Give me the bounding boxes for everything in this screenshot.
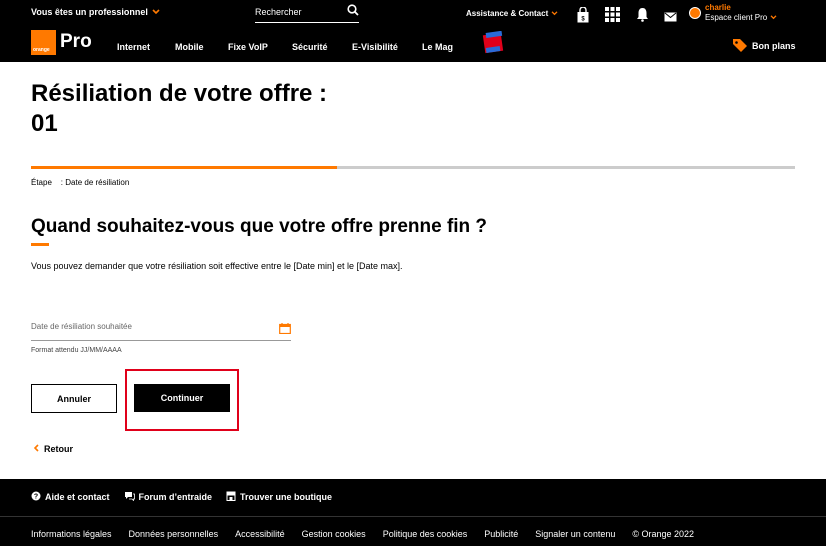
- progress-fill: [31, 166, 337, 169]
- page-title: Résiliation de votre offre :01: [31, 80, 328, 137]
- nav-item-mobile[interactable]: Mobile: [175, 42, 228, 52]
- footer-link-data[interactable]: Données personnelles: [129, 529, 219, 539]
- espace-client-menu[interactable]: charlie Espace client Pro: [689, 3, 777, 23]
- chat-icon: [124, 491, 135, 503]
- help-icon: ?: [31, 491, 41, 503]
- shop-icon: [226, 491, 236, 503]
- step-value: : Date de résiliation: [60, 178, 130, 187]
- nav-item-le-mag[interactable]: Le Mag: [422, 42, 462, 52]
- footer-help-link[interactable]: ? Aide et contact: [31, 491, 110, 503]
- nav-item-internet[interactable]: Internet: [117, 42, 175, 52]
- pro-selector-label: Vous êtes un professionnel: [31, 7, 148, 17]
- user-name: charlie: [705, 3, 731, 12]
- continue-button[interactable]: Continuer: [134, 384, 230, 412]
- assistance-label: Assistance & Contact: [466, 9, 549, 18]
- main-nav: Internet Mobile Fixe VoIP Sécurité E-Vis…: [117, 42, 462, 52]
- bon-plans-label: Bon plans: [752, 41, 796, 51]
- nav-item-e-visibilite[interactable]: E-Visibilité: [352, 42, 422, 52]
- footer-link-advertising[interactable]: Publicité: [484, 529, 518, 539]
- espace-client-label: Espace client Pro: [705, 13, 777, 23]
- date-field: [31, 318, 291, 341]
- calendar-icon[interactable]: [279, 321, 291, 339]
- section-question: Quand souhaitez-vous que votre offre pre…: [31, 216, 488, 237]
- question-accent-bar: [31, 243, 49, 246]
- site-footer: ? Aide et contact Forum d’entraide Trouv…: [0, 479, 826, 546]
- step-indicator: Étape : Date de résiliation: [31, 178, 129, 187]
- footer-shop-link[interactable]: Trouver une boutique: [226, 491, 332, 503]
- footer-copyright: © Orange 2022: [632, 529, 695, 539]
- cancel-button[interactable]: Annuler: [31, 384, 117, 413]
- svg-text:?: ?: [34, 494, 38, 501]
- footer-link-cookies[interactable]: Gestion cookies: [302, 529, 366, 539]
- avatar: [689, 7, 701, 19]
- footer-link-legal[interactable]: Informations légales: [31, 529, 112, 539]
- back-link[interactable]: Retour: [33, 444, 73, 454]
- tag-icon: [732, 38, 748, 54]
- site-header: Vous êtes un professionnel Assistance & …: [0, 0, 826, 62]
- chevron-left-icon: [33, 444, 39, 454]
- brand-pro-text: Pro: [60, 31, 92, 52]
- footer-link-cookie-policy[interactable]: Politique des cookies: [383, 529, 468, 539]
- footer-link-report[interactable]: Signaler un contenu: [535, 529, 615, 539]
- termination-date-input[interactable]: [31, 318, 251, 331]
- chevron-down-icon: [770, 15, 776, 20]
- pro-selector[interactable]: Vous êtes un professionnel: [31, 7, 160, 17]
- search-input[interactable]: [255, 7, 335, 17]
- footer-help-label: Aide et contact: [45, 492, 110, 502]
- basket-icon[interactable]: $: [577, 6, 589, 28]
- grid-icon[interactable]: [605, 7, 620, 27]
- format-hint: Format attendu JJ/MM/AAAA: [31, 347, 122, 354]
- footer-link-accessibility[interactable]: Accessibilité: [235, 529, 285, 539]
- progress-bar: [31, 166, 795, 169]
- bell-icon[interactable]: [636, 7, 649, 27]
- nav-item-securite[interactable]: Sécurité: [292, 42, 352, 52]
- chevron-down-icon: [551, 9, 558, 18]
- bon-plans-link[interactable]: Bon plans: [732, 38, 796, 54]
- search-icon[interactable]: [347, 3, 359, 21]
- footer-shop-label: Trouver une boutique: [240, 492, 333, 502]
- step-label: Étape: [31, 178, 52, 187]
- orange-logo[interactable]: orange: [31, 30, 56, 55]
- footer-forum-label: Forum d’entraide: [138, 492, 213, 502]
- event-badge-icon[interactable]: [482, 30, 504, 55]
- footer-links: Informations légales Données personnelle…: [31, 529, 711, 539]
- back-label: Retour: [44, 444, 73, 454]
- mail-icon[interactable]: [664, 9, 677, 27]
- nav-item-fixe-voip[interactable]: Fixe VoIP: [228, 42, 292, 52]
- footer-divider: [0, 516, 826, 517]
- chevron-down-icon: [152, 7, 160, 17]
- assistance-menu[interactable]: Assistance & Contact: [466, 9, 558, 18]
- search-box: [255, 2, 359, 23]
- description-text: Vous pouvez demander que votre résiliati…: [31, 261, 403, 271]
- footer-forum-link[interactable]: Forum d’entraide: [124, 491, 213, 503]
